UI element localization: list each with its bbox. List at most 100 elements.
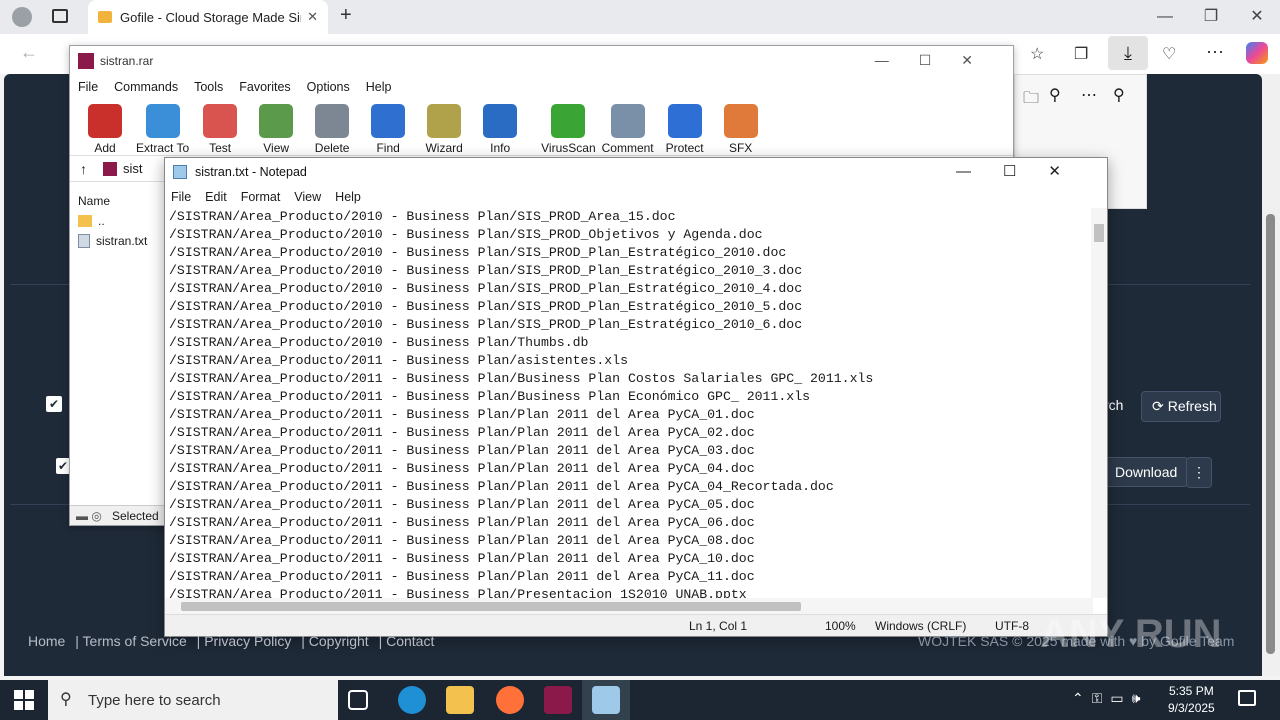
test-icon [203, 104, 238, 138]
winrar-window-controls[interactable]: —☐✕ [875, 52, 1003, 69]
menu-edit[interactable]: Edit [205, 190, 227, 204]
file-explorer-icon[interactable] [446, 686, 474, 714]
menu-options[interactable]: Options [305, 80, 358, 94]
menu-file[interactable]: File [171, 190, 191, 204]
archive-icon [103, 161, 117, 176]
info-icon [483, 104, 518, 138]
list-item[interactable]: sistran.txt [70, 228, 165, 248]
system-tray-icons[interactable]: ⌃⚿▭🕪 [1072, 690, 1148, 707]
scroll-thumb[interactable] [181, 602, 801, 611]
toolbar-label: Protect [665, 141, 704, 155]
footer-link-contact[interactable]: Contact [386, 633, 434, 649]
more-options-icon[interactable]: ⋮ [1186, 457, 1212, 488]
toolbar-button-virusscan[interactable]: VirusScan [541, 104, 596, 155]
back-icon[interactable]: ← [20, 42, 38, 63]
wizard-icon [427, 104, 462, 138]
toolbar-button-sfx[interactable]: SFX [716, 104, 766, 155]
footer-link-copyright[interactable]: Copyright [309, 633, 369, 649]
footer-link-terms[interactable]: Terms of Service [83, 633, 187, 649]
notepad-text-area[interactable]: /SISTRAN/Area_Producto/2010 - Business P… [169, 208, 1093, 598]
search-placeholder: Type here to search [88, 691, 221, 709]
collections-icon[interactable]: ❐ [1074, 44, 1088, 64]
menu-tools[interactable]: Tools [192, 80, 231, 94]
toolbar-button-info[interactable]: Info [475, 104, 525, 155]
menu-file[interactable]: File [76, 80, 106, 94]
comment-icon [610, 104, 645, 138]
select-checkbox[interactable]: ✔ [46, 396, 62, 412]
winrar-app-icon [78, 53, 94, 69]
tab-actions-icon[interactable] [52, 9, 68, 23]
toolbar-button-extract-to[interactable]: Extract To [136, 104, 189, 155]
menu-help[interactable]: Help [364, 80, 400, 94]
profile-icon[interactable] [12, 7, 32, 27]
notepad-window-controls[interactable]: —☐✕ [956, 162, 1093, 180]
protect-icon [667, 104, 702, 138]
up-folder-icon[interactable]: ↑ [80, 161, 87, 177]
text-line: /SISTRAN/Area_Producto/2011 - Business P… [169, 515, 755, 530]
close-tab-icon[interactable]: ✕ [307, 9, 318, 25]
toolbar-button-wizard[interactable]: Wizard [419, 104, 469, 155]
folder-icon [78, 215, 92, 227]
menu-view[interactable]: View [294, 190, 321, 204]
footer-link-home[interactable]: Home [28, 633, 65, 649]
cursor-position: Ln 1, Col 1 [689, 619, 748, 633]
pin-icon[interactable]: ⚲ [1113, 85, 1125, 105]
minimize-button[interactable]: — [1142, 0, 1188, 34]
restore-button[interactable]: ❐ [1188, 0, 1234, 34]
notepad-taskbar-icon [592, 686, 620, 714]
toolbar-button-add[interactable]: Add [80, 104, 130, 155]
download-button[interactable]: Download [1104, 457, 1189, 487]
task-view-icon[interactable] [348, 690, 368, 710]
favorites-icon[interactable]: ☆ [1030, 44, 1044, 64]
text-file-icon [78, 234, 90, 248]
toolbar-button-delete[interactable]: Delete [307, 104, 357, 155]
notepad-taskbar-item[interactable] [582, 680, 630, 720]
winrar-toolbar: Add Extract To Test View Delete Find Wizard Inf… [70, 98, 1013, 156]
toolbar-button-comment[interactable]: Comment [602, 104, 654, 155]
file-checkbox[interactable]: ✔ [56, 458, 70, 474]
menu-commands[interactable]: Commands [112, 80, 186, 94]
copilot-icon[interactable] [1246, 42, 1268, 64]
footer-link-privacy[interactable]: Privacy Policy [204, 633, 291, 649]
toolbar-button-test[interactable]: Test [195, 104, 245, 155]
menu-favorites[interactable]: Favorites [237, 80, 298, 94]
new-tab-button[interactable]: + [340, 4, 352, 27]
taskbar-search[interactable]: ⚲ Type here to search [48, 680, 338, 720]
browser-tab[interactable]: Gofile - Cloud Storage Made Simple ✕ [88, 0, 328, 34]
page-scrollbar[interactable] [1262, 74, 1280, 676]
browser-essentials-icon[interactable]: ♡ [1162, 44, 1176, 64]
more-icon[interactable]: ⋯ [1081, 85, 1097, 105]
menu-help[interactable]: Help [335, 190, 361, 204]
list-item[interactable]: .. [70, 208, 165, 228]
toolbar-button-view[interactable]: View [251, 104, 301, 155]
edge-icon[interactable] [398, 686, 426, 714]
winrar-taskbar-icon[interactable] [544, 686, 572, 714]
toolbar-button-protect[interactable]: Protect [660, 104, 710, 155]
vertical-scrollbar[interactable] [1091, 208, 1107, 598]
open-folder-icon[interactable]: 🗀 [1023, 87, 1039, 114]
settings-more-icon[interactable]: ⋯ [1206, 42, 1224, 63]
toolbar-button-find[interactable]: Find [363, 104, 413, 155]
text-line: /SISTRAN/Area_Producto/2011 - Business P… [169, 443, 755, 458]
close-button[interactable]: ✕ [1234, 0, 1280, 34]
scroll-thumb[interactable] [1266, 214, 1275, 654]
taskbar-clock[interactable]: 5:35 PM 9/3/2025 [1168, 683, 1215, 717]
gofile-favicon-icon [98, 11, 112, 23]
column-header-name[interactable]: Name [70, 186, 165, 208]
text-line: /SISTRAN/Area_Producto/2011 - Business P… [169, 371, 874, 386]
search-icon: ⚲ [60, 691, 72, 708]
horizontal-scrollbar[interactable] [165, 598, 1093, 614]
address-text[interactable]: sist [123, 161, 143, 176]
start-button[interactable] [14, 690, 34, 710]
firefox-icon[interactable] [496, 686, 524, 714]
scroll-thumb[interactable] [1094, 224, 1104, 242]
menu-format[interactable]: Format [241, 190, 281, 204]
notifications-icon[interactable] [1238, 690, 1256, 706]
toolbar-label: Delete [314, 141, 350, 155]
encoding: UTF-8 [995, 619, 1029, 633]
refresh-label: Refresh [1167, 398, 1217, 414]
refresh-button[interactable]: ⟳ Refresh [1141, 391, 1221, 422]
winrar-file-list: Name .. sistran.txt [70, 186, 165, 506]
search-icon[interactable]: ⚲ [1049, 85, 1061, 105]
downloads-icon[interactable]: ⤓ [1108, 36, 1148, 70]
